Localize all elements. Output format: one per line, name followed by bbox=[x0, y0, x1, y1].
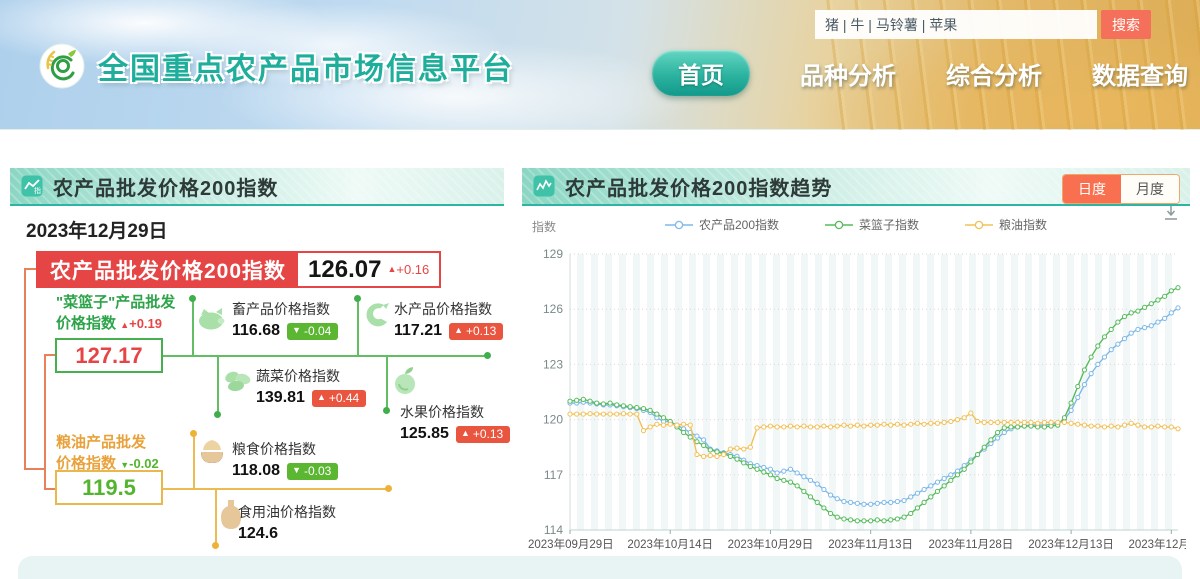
vegetable-node: 蔬菜价格指数 139.81 +0.44 bbox=[256, 366, 366, 407]
svg-text:2023年12月13日: 2023年12月13日 bbox=[1028, 537, 1114, 551]
index-date: 2023年12月29日 bbox=[26, 216, 168, 243]
svg-text:129: 129 bbox=[543, 247, 563, 261]
shrimp-icon bbox=[360, 300, 392, 332]
connector-line bbox=[162, 488, 390, 490]
connector-line bbox=[192, 299, 194, 356]
fruit-icon bbox=[388, 364, 422, 398]
site-logo bbox=[38, 42, 86, 90]
chart-index-icon: 指 bbox=[20, 174, 44, 198]
grain-node: 粮食价格指数 118.08 -0.03 bbox=[232, 439, 338, 480]
tab-daily[interactable]: 日度 bbox=[1063, 175, 1121, 203]
connector-line bbox=[215, 488, 217, 545]
tab-monthly[interactable]: 月度 bbox=[1121, 175, 1179, 203]
legend-item[interactable]: 菜篮子指数 bbox=[825, 216, 919, 233]
vegetable-icon bbox=[222, 364, 254, 396]
index-tree: 2023年12月29日 农产品批发价格200指数 126.07 +0.16 bbox=[10, 206, 504, 558]
edible-oil-node: 食用油价格指数 124.6 bbox=[238, 502, 336, 543]
change-badge: +0.13 bbox=[449, 323, 503, 340]
svg-text:2023年09月29日: 2023年09月29日 bbox=[528, 537, 614, 551]
index-panel: 指 农产品批发价格200指数 2023年12月29日 农产品批发价格200指数 … bbox=[10, 168, 504, 558]
page: 全国重点农产品市场信息平台 搜索 首页 品种分析 综合分析 数据查询 指 农产品… bbox=[0, 0, 1200, 579]
connector-dot bbox=[212, 542, 219, 549]
connector-dot bbox=[214, 411, 221, 418]
main-nav: 首页 品种分析 综合分析 数据查询 bbox=[652, 50, 1188, 96]
change-badge: +0.44 bbox=[312, 390, 366, 407]
connector-line bbox=[217, 355, 219, 413]
svg-text:指: 指 bbox=[34, 186, 41, 195]
connector-dot bbox=[385, 485, 392, 492]
chart-legend: 农产品200指数 菜篮子指数 粮油指数 bbox=[522, 216, 1190, 233]
up-triangle-icon bbox=[387, 265, 396, 274]
change-badge: -0.04 bbox=[287, 323, 338, 340]
search-bar: 搜索 bbox=[815, 10, 1151, 39]
fruit-node: 水果价格指数 125.85 +0.13 bbox=[400, 402, 510, 443]
download-icon[interactable] bbox=[1162, 204, 1180, 222]
nav-item-data-query[interactable]: 数据查询 bbox=[1092, 56, 1188, 91]
aquatic-node: 水产品价格指数 117.21 +0.13 bbox=[394, 299, 503, 340]
svg-text:114: 114 bbox=[544, 523, 563, 537]
period-toggle: 日度 月度 bbox=[1062, 174, 1180, 204]
connector-dot bbox=[383, 407, 390, 414]
index-panel-header: 指 农产品批发价格200指数 bbox=[10, 168, 504, 206]
down-triangle-icon bbox=[292, 326, 301, 335]
basket-index-value: 127.17 bbox=[55, 338, 163, 373]
trend-chart-icon bbox=[532, 174, 556, 198]
grain-icon bbox=[196, 436, 228, 468]
pig-icon bbox=[196, 302, 228, 334]
trend-panel-title: 农产品批发价格200指数趋势 bbox=[565, 172, 832, 201]
svg-text:120: 120 bbox=[543, 413, 563, 427]
down-triangle-icon bbox=[120, 460, 129, 470]
trend-panel-header: 农产品批发价格200指数趋势 日度 月度 bbox=[522, 168, 1190, 206]
up-triangle-icon bbox=[120, 320, 129, 330]
livestock-node: 畜产品价格指数 116.68 -0.04 bbox=[232, 299, 338, 340]
svg-text:117: 117 bbox=[544, 468, 563, 482]
connector-line bbox=[357, 299, 359, 356]
search-input[interactable] bbox=[815, 10, 1097, 39]
header-banner: 全国重点农产品市场信息平台 搜索 首页 品种分析 综合分析 数据查询 bbox=[0, 0, 1200, 130]
site-title: 全国重点农产品市场信息平台 bbox=[98, 44, 514, 88]
change-badge: +0.13 bbox=[456, 426, 510, 443]
svg-text:2023年10月14日: 2023年10月14日 bbox=[627, 537, 713, 551]
up-triangle-icon bbox=[461, 429, 470, 438]
connector-line bbox=[24, 268, 26, 470]
svg-text:2023年12月28日: 2023年12月28日 bbox=[1128, 537, 1186, 551]
index-panel-title: 农产品批发价格200指数 bbox=[53, 172, 278, 201]
down-triangle-icon bbox=[292, 466, 301, 475]
trend-panel: 农产品批发价格200指数趋势 日度 月度 指数 农产品200指数菜篮子指数粮油指… bbox=[522, 168, 1190, 558]
up-triangle-icon bbox=[317, 393, 326, 402]
grain-oil-index-label: 粮油产品批发 价格指数 -0.02 bbox=[56, 432, 159, 474]
svg-text:2023年10月29日: 2023年10月29日 bbox=[728, 537, 814, 551]
main-index-value: 126.07 bbox=[298, 253, 385, 286]
main-index-banner: 农产品批发价格200指数 126.07 +0.16 bbox=[36, 251, 441, 288]
connector-line bbox=[193, 434, 195, 489]
svg-text:2023年11月28日: 2023年11月28日 bbox=[928, 537, 1013, 551]
brand: 全国重点农产品市场信息平台 bbox=[38, 42, 514, 90]
change-badge: -0.03 bbox=[287, 463, 338, 480]
legend-item[interactable]: 农产品200指数 bbox=[665, 216, 779, 233]
chart-meta-row: 指数 农产品200指数菜篮子指数粮油指数 bbox=[522, 210, 1190, 238]
main-index-change: +0.16 bbox=[385, 253, 439, 286]
basket-index-label: "菜篮子"产品批发 价格指数 +0.19 bbox=[56, 292, 175, 334]
nav-item-home[interactable]: 首页 bbox=[652, 50, 750, 96]
connector-line bbox=[162, 355, 490, 357]
grain-oil-index-value: 119.5 bbox=[55, 470, 163, 505]
connector-dot bbox=[484, 352, 491, 359]
connector-line bbox=[44, 354, 46, 490]
connector-dot bbox=[189, 295, 196, 302]
footer-band bbox=[18, 556, 1182, 579]
nav-item-variety-analysis[interactable]: 品种分析 bbox=[800, 56, 896, 91]
svg-text:126: 126 bbox=[543, 302, 563, 316]
connector-line bbox=[24, 468, 46, 470]
search-button[interactable]: 搜索 bbox=[1101, 10, 1151, 39]
legend-item[interactable]: 粮油指数 bbox=[965, 216, 1047, 233]
nav-item-comprehensive-analysis[interactable]: 综合分析 bbox=[946, 56, 1042, 91]
svg-text:2023年11月13日: 2023年11月13日 bbox=[828, 537, 913, 551]
main-index-label: 农产品批发价格200指数 bbox=[38, 253, 298, 286]
up-triangle-icon bbox=[454, 326, 463, 335]
svg-text:123: 123 bbox=[543, 357, 563, 371]
trend-line-chart[interactable]: 114 117 120 123 126 129 2023年09月29日 2023年10月14日… bbox=[526, 238, 1186, 558]
